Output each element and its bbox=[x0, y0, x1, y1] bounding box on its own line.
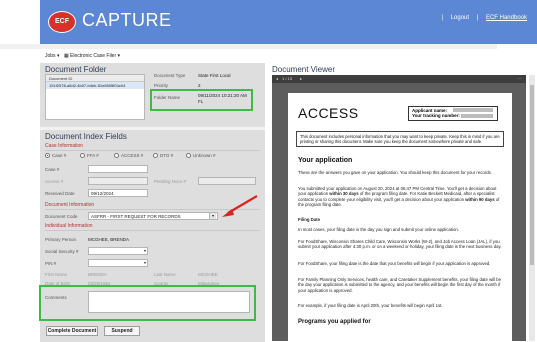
chevron-down-icon: ▾ bbox=[143, 248, 146, 253]
redacted-tracking bbox=[461, 114, 493, 118]
case-number-label: Case # bbox=[45, 167, 60, 172]
header-separator bbox=[0, 44, 497, 49]
pin-label: PIN # bbox=[45, 261, 57, 266]
document-viewer-panel: Document Viewer ◂ 1 / 13 ▸ ⋯ ACCESS Appl… bbox=[266, 63, 537, 342]
radio-unknown-label: Unknown # bbox=[193, 153, 216, 158]
radio-access[interactable] bbox=[114, 153, 119, 158]
doc-paragraph-6: For Family Planning Only Services, healt… bbox=[298, 277, 502, 293]
doc-info-heading: Document Information bbox=[45, 202, 95, 208]
document-type-value: State First Local bbox=[198, 73, 231, 78]
index-fields-title: Document Index Fields bbox=[45, 132, 127, 141]
radio-case[interactable] bbox=[45, 153, 50, 158]
last-name-label: Last Name bbox=[154, 272, 176, 277]
folder-name-value-suffix: FL bbox=[198, 99, 204, 104]
ecf-logo: ECF bbox=[48, 11, 76, 33]
ssn-label: Social Security # bbox=[45, 249, 79, 254]
case-number-input[interactable] bbox=[88, 165, 148, 173]
access-number-input[interactable] bbox=[88, 177, 148, 185]
p2-bold-a: within 30 days bbox=[329, 191, 359, 197]
doc-paragraph-4: For FoodShare, Wisconsin Shares Child Ca… bbox=[298, 239, 502, 250]
priority-value: 2 bbox=[198, 83, 201, 88]
viewer-title: Document Viewer bbox=[272, 65, 335, 74]
chevron-down-icon: ▾ bbox=[209, 213, 216, 219]
doc-paragraph-1: These are the answers you gave on your a… bbox=[298, 170, 492, 175]
programs-heading: Programs you applied for bbox=[298, 319, 371, 325]
indiv-info-rule bbox=[45, 230, 260, 231]
document-grid: Document ID 151f2578-a6d2-4b07-b4eb-51e8… bbox=[45, 74, 145, 120]
radio-case-label: Case # bbox=[52, 153, 67, 158]
viewer-toolbar: ◂ 1 / 13 ▸ ⋯ bbox=[272, 75, 526, 83]
more-icon[interactable]: ⋯ bbox=[518, 76, 522, 81]
primary-person-label: Primary Person bbox=[45, 237, 77, 242]
pin-input[interactable]: ▾ bbox=[88, 259, 148, 267]
doc-paragraph-5: For FoodShare, your filing date is the d… bbox=[298, 261, 491, 266]
radio-ffa-label: FFA # bbox=[87, 153, 99, 158]
access-brand: ACCESS bbox=[298, 105, 359, 121]
case-info-rule bbox=[45, 150, 260, 151]
primary-person-value: MCGHEE, BRENDA bbox=[88, 237, 130, 242]
your-application-heading: Your application bbox=[298, 157, 353, 164]
radio-access-label: ACCESS # bbox=[121, 153, 144, 158]
menu-toolbar: Jobs ▾ ▦ Electronic Case Filer ▾ bbox=[40, 50, 537, 62]
pending-number-label: Pending Noce # bbox=[154, 179, 187, 184]
jobs-menu[interactable]: Jobs ▾ bbox=[45, 53, 59, 59]
filer-icon: ▦ bbox=[64, 53, 69, 59]
radio-dto-label: DTO # bbox=[160, 153, 174, 158]
document-folder-title: Document Folder bbox=[45, 65, 107, 74]
pdf-viewer[interactable]: ◂ 1 / 13 ▸ ⋯ ACCESS Applicant name: Your… bbox=[272, 75, 526, 341]
access-number-label: Access # bbox=[45, 179, 64, 184]
next-page-icon[interactable]: ▸ bbox=[300, 76, 302, 81]
prev-page-icon[interactable]: ◂ bbox=[276, 76, 278, 81]
privacy-notice: This document includes personal informat… bbox=[296, 131, 504, 147]
doc-paragraph-2: You submitted your application on August… bbox=[298, 186, 503, 208]
radio-unknown[interactable] bbox=[186, 153, 191, 158]
chevron-down-icon: ▾ bbox=[143, 260, 146, 265]
left-panel: Document Folder Document ID 151f2578-a6d… bbox=[39, 63, 265, 342]
logout-link[interactable]: Logout bbox=[451, 15, 469, 21]
radio-dto[interactable] bbox=[153, 153, 158, 158]
applicant-box: Applicant name: Your tracking number: bbox=[408, 106, 498, 121]
doc-paragraph-7: For example, if your filing date is Apri… bbox=[298, 303, 443, 308]
case-info-heading: Case Information bbox=[45, 143, 84, 149]
case-filer-menu[interactable]: Electronic Case Filer ▾ bbox=[70, 53, 120, 59]
received-date-input[interactable]: 09/12/2024 bbox=[88, 189, 148, 197]
handbook-link[interactable]: ECF Handbook bbox=[486, 15, 527, 21]
radio-ffa[interactable] bbox=[80, 153, 85, 158]
first-name-value: BRENDA bbox=[88, 272, 107, 277]
document-page: ACCESS Applicant name: Your tracking num… bbox=[288, 93, 512, 341]
complete-document-button[interactable]: Complete Document bbox=[46, 326, 98, 336]
section-divider bbox=[40, 127, 265, 130]
doc-code-label: Document Code bbox=[45, 214, 78, 219]
grid-row[interactable]: 151f2578-a6d2-4b07-b4eb-51e8505f04c04 bbox=[46, 82, 144, 89]
document-type-label: Document Type bbox=[154, 73, 186, 78]
indiv-info-heading: Individual Information bbox=[45, 223, 93, 229]
last-name-value: MCGHEE bbox=[198, 272, 218, 277]
comments-label: Comments bbox=[45, 295, 67, 300]
doc-paragraph-3: In most cases, your filing date is the d… bbox=[298, 227, 459, 232]
grid-header: Document ID bbox=[46, 75, 144, 82]
filing-date-heading: Filing Date bbox=[298, 217, 320, 222]
doc-code-select[interactable]: ASFRR - FIRST REQUEST FOR RECORDS ▾ bbox=[88, 212, 218, 220]
viewer-scroll-thumb[interactable] bbox=[530, 85, 534, 265]
app-title: CAPTURE bbox=[82, 10, 172, 30]
p2-bold-b: within 90 days bbox=[465, 196, 495, 202]
folder-name-value: 09/11/2024 10:21:20 AM bbox=[198, 93, 247, 98]
red-arrow-annotation bbox=[222, 195, 258, 217]
comments-textarea[interactable] bbox=[88, 291, 250, 313]
redacted-name bbox=[453, 108, 493, 112]
page-indicator: 1 / 13 bbox=[282, 76, 293, 81]
doc-code-value: ASFRR - FIRST REQUEST FOR RECORDS bbox=[91, 214, 181, 219]
ssn-input[interactable]: ▾ bbox=[88, 247, 148, 255]
suspend-button[interactable]: Suspend bbox=[104, 326, 140, 336]
first-name-label: First Name bbox=[45, 272, 68, 277]
folder-name-label: Folder Name bbox=[154, 95, 181, 100]
app-header: ECF CAPTURE | Logout | ECF Handbook bbox=[40, 0, 537, 44]
pending-number-input[interactable] bbox=[198, 177, 256, 185]
app-root: ECF CAPTURE | Logout | ECF Handbook Jobs… bbox=[0, 0, 537, 342]
received-date-label: Received Date bbox=[45, 191, 75, 196]
priority-label: Priority bbox=[154, 83, 169, 88]
header-links: | Logout | ECF Handbook bbox=[441, 15, 527, 21]
